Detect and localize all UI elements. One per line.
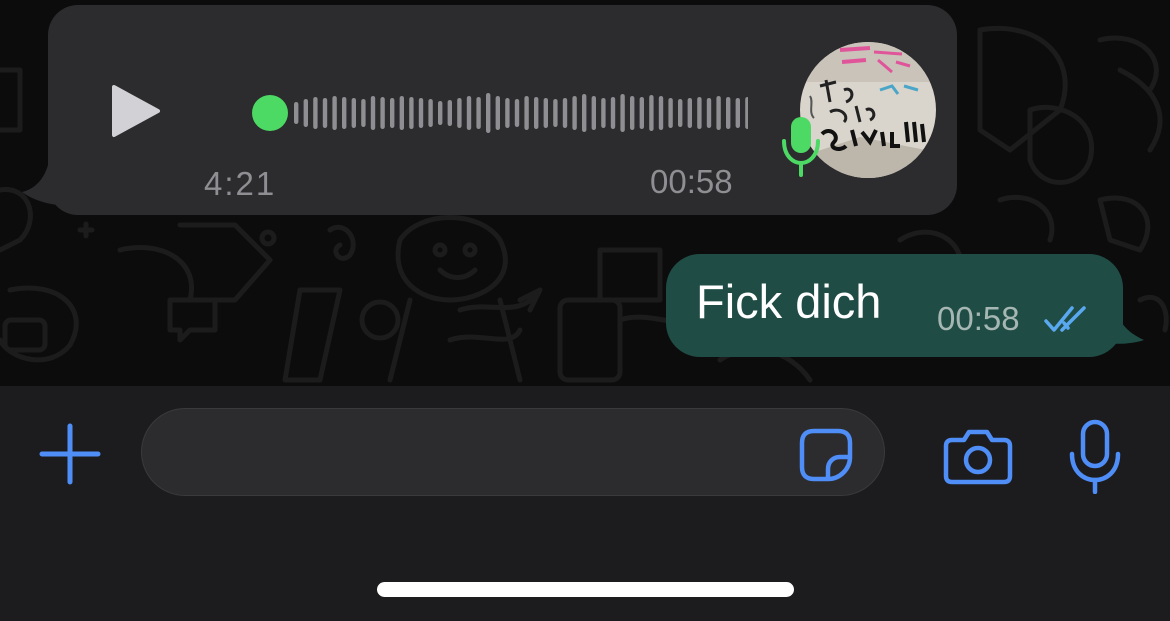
waveform-bar <box>697 97 702 129</box>
sticker-icon[interactable] <box>796 425 856 485</box>
waveform-bar <box>418 98 424 128</box>
waveform-bar <box>582 94 587 132</box>
waveform-bar <box>351 98 356 128</box>
play-icon[interactable] <box>108 83 162 139</box>
voice-waveform[interactable] <box>198 85 748 141</box>
waveform-bar <box>457 98 462 128</box>
double-check-icon <box>1044 306 1086 332</box>
waveform-bar <box>342 97 347 129</box>
camera-icon[interactable] <box>942 426 1014 486</box>
waveform-bar <box>610 97 616 129</box>
message-timestamp: 00:58 <box>937 300 1020 337</box>
playback-scrubber[interactable] <box>252 95 288 131</box>
microphone-icon[interactable] <box>1066 418 1124 494</box>
waveform-bar <box>553 99 558 127</box>
waveform-bar <box>630 96 635 130</box>
incoming-voice-message[interactable]: 4:21 00:58 <box>48 5 957 215</box>
waveform-bar <box>601 98 606 128</box>
waveform-bar <box>534 97 539 129</box>
waveform-bar <box>495 96 500 130</box>
waveform-bar <box>486 93 491 133</box>
waveform-bar <box>716 96 721 130</box>
message-timestamp: 00:58 <box>650 163 733 200</box>
waveform-bar <box>543 98 548 128</box>
waveform-bar <box>294 102 299 124</box>
chat-area: 4:21 00:58 Fick dich 00:58 <box>0 0 1170 386</box>
waveform-bar <box>409 97 414 129</box>
waveform-bar <box>687 98 692 128</box>
waveform-bar <box>735 98 740 128</box>
waveform-bar <box>447 100 452 126</box>
message-text: Fick dich <box>696 275 882 328</box>
waveform-bar <box>620 94 625 132</box>
waveform-bar <box>466 96 472 130</box>
plus-icon[interactable] <box>38 422 102 486</box>
waveform-bar <box>658 96 664 130</box>
microphone-icon <box>782 117 820 177</box>
home-indicator[interactable] <box>377 582 794 597</box>
outgoing-text-message[interactable]: Fick dich 00:58 <box>666 254 1123 357</box>
waveform-bar <box>745 97 748 129</box>
message-input-field[interactable] <box>141 408 885 496</box>
waveform-bar <box>332 96 337 130</box>
waveform-bar <box>313 97 318 129</box>
waveform-bar <box>361 99 366 127</box>
waveform-bar <box>380 97 385 129</box>
waveform-bar <box>562 98 568 128</box>
waveform-bar <box>303 99 308 127</box>
waveform-bar <box>514 99 520 127</box>
waveform-bar <box>524 96 529 130</box>
waveform-bar <box>639 97 644 129</box>
waveform-bar <box>476 97 481 129</box>
waveform-bar <box>572 96 577 130</box>
waveform-bar <box>438 101 443 125</box>
message-input[interactable] <box>168 409 792 495</box>
message-composer-bar <box>0 386 1170 621</box>
waveform-bar <box>322 98 328 128</box>
waveform-bar <box>399 96 404 130</box>
waveform-bar <box>649 95 654 131</box>
waveform-bar <box>678 99 683 127</box>
waveform-bar <box>706 98 712 128</box>
waveform-bar <box>370 96 376 130</box>
waveform-bar <box>668 98 673 128</box>
waveform-bar <box>390 98 395 128</box>
waveform-bar <box>591 96 596 130</box>
voice-duration: 4:21 <box>204 165 277 202</box>
waveform-bar <box>505 98 510 128</box>
waveform-bar <box>726 97 731 129</box>
waveform-bar <box>428 99 433 127</box>
